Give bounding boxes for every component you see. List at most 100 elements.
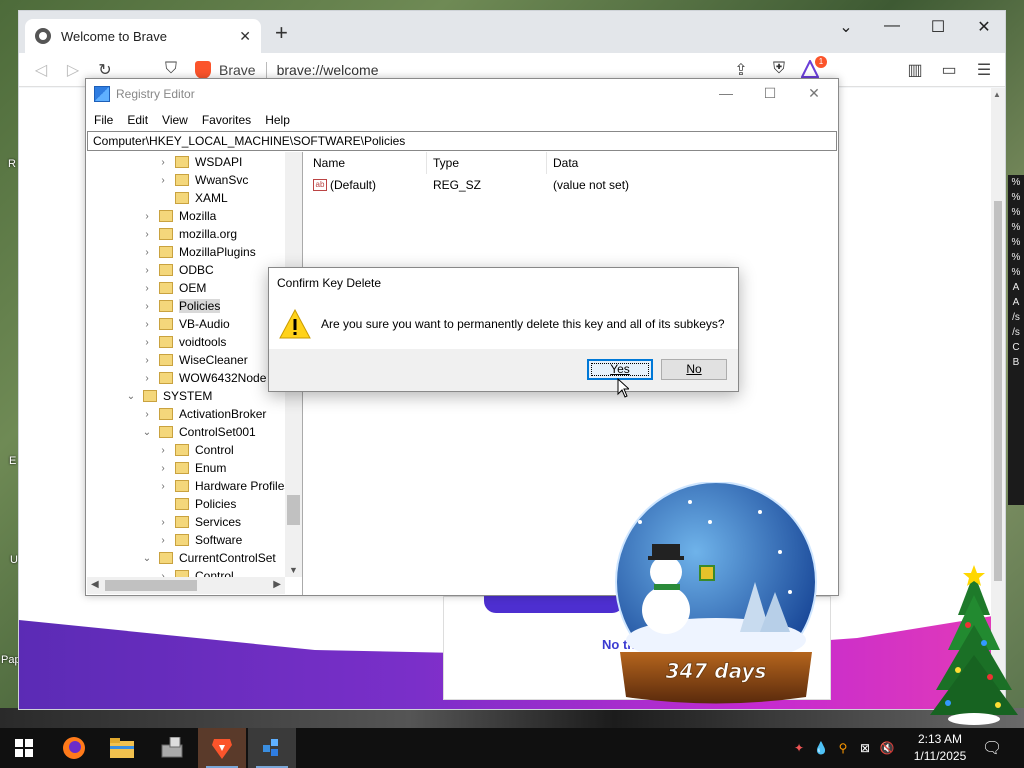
tree-horizontal-scrollbar[interactable]: ◀ ▶ [87,577,285,594]
collapsed-chevron-icon[interactable]: › [141,409,153,420]
tree-node[interactable]: › ActivationBroker [141,405,266,423]
column-type[interactable]: Type [427,152,547,174]
minimize-button[interactable]: — [869,17,915,35]
tree-node[interactable]: › Services [157,513,241,531]
volume-muted-icon[interactable]: 🔇 [876,741,898,755]
collapsed-chevron-icon[interactable]: › [141,337,153,348]
sidebar-icon[interactable]: ▥ [905,60,925,80]
menu-help[interactable]: Help [265,113,290,127]
tree-node[interactable]: › mozilla.org [141,225,237,243]
brave-shield-menu-icon[interactable]: ⛨ [769,60,789,78]
network-app-icon[interactable]: ✦ [788,741,810,755]
taskbar-firefox[interactable] [50,728,98,768]
back-icon[interactable]: ◁ [31,60,51,80]
tree-node[interactable]: ⌄ ControlSet001 [141,423,256,441]
welcome-primary-button[interactable] [484,593,624,613]
collapsed-chevron-icon[interactable]: › [141,229,153,240]
collapsed-chevron-icon[interactable]: › [141,247,153,258]
page-scroll-thumb[interactable] [994,201,1002,581]
maximize-button[interactable]: ☐ [915,17,961,37]
taskbar-clock[interactable]: 2:13 AM 1/11/2025 [904,731,976,765]
yes-button[interactable]: Yes [587,359,653,380]
collapsed-chevron-icon[interactable]: › [157,157,169,168]
scroll-down-icon[interactable]: ▼ [289,565,298,575]
collapsed-chevron-icon[interactable]: › [157,517,169,528]
tree-node[interactable]: › WSDAPI [157,153,242,171]
menu-icon[interactable]: ☰ [974,60,994,80]
collapsed-chevron-icon[interactable]: › [157,463,169,474]
tree-node[interactable]: › Hardware Profiles [157,477,290,495]
column-data[interactable]: Data [547,152,747,174]
collapsed-chevron-icon[interactable]: › [141,301,153,312]
close-window-button[interactable]: ✕ [961,17,1007,37]
collapsed-chevron-icon[interactable]: › [141,373,153,384]
forward-icon[interactable]: ▷ [63,60,83,80]
tree-node[interactable]: › ODBC [141,261,213,279]
tree-node[interactable]: › WiseCleaner [141,351,247,369]
bookmark-icon[interactable]: ⛉ [161,60,181,78]
tree-node[interactable]: › Policies [141,297,221,315]
tree-node[interactable]: › Mozilla [141,207,216,225]
wallet-icon[interactable]: ▭ [939,60,959,80]
collapsed-chevron-icon[interactable]: › [157,481,169,492]
expanded-chevron-icon[interactable]: ⌄ [141,427,153,438]
tab-search-icon[interactable]: ⌄ [823,17,869,37]
close-tab-icon[interactable]: ✕ [239,28,251,45]
tree-node[interactable]: ⌄ SYSTEM [125,387,213,405]
collapsed-chevron-icon[interactable]: › [141,319,153,330]
tree-node[interactable]: › Software [157,531,242,549]
collapsed-chevron-icon[interactable]: › [141,283,153,294]
menu-edit[interactable]: Edit [127,113,148,127]
regedit-close-button[interactable]: ✕ [794,85,834,102]
tree-node[interactable]: › Control [157,441,233,459]
collapsed-chevron-icon[interactable]: › [141,355,153,366]
collapsed-chevron-icon[interactable]: › [157,445,169,456]
regedit-maximize-button[interactable]: ☐ [750,85,790,102]
side-char: % [1011,252,1021,263]
tree-node[interactable]: XAML [157,189,228,207]
taskbar-brave[interactable] [198,728,246,768]
value-row[interactable]: ab (Default) REG_SZ (value not set) [307,174,837,196]
drop-icon[interactable]: 💧 [810,741,832,755]
tree-node[interactable]: › MozillaPlugins [141,243,255,261]
expanded-chevron-icon[interactable]: ⌄ [125,391,137,402]
tree-node[interactable]: ⌄ CurrentControlSet [141,549,276,567]
menu-view[interactable]: View [162,113,188,127]
collapsed-chevron-icon[interactable]: › [157,535,169,546]
menu-favorites[interactable]: Favorites [202,113,251,127]
start-button[interactable] [0,728,48,768]
menu-file[interactable]: File [94,113,113,127]
new-tab-button[interactable]: + [275,22,288,44]
notification-center-icon[interactable]: 🗨 [982,728,1002,768]
taskbar-file-explorer[interactable] [98,728,146,768]
taskbar-drive-tool[interactable] [148,728,196,768]
network-disconnected-icon[interactable]: ⊠ [854,741,876,755]
tree-node[interactable]: › OEM [141,279,206,297]
tree-node[interactable]: › Enum [157,459,226,477]
tab-welcome[interactable]: Welcome to Brave ✕ [25,19,261,53]
brave-shields-icon[interactable] [195,61,211,79]
tree-node-label: OEM [179,281,207,295]
collapsed-chevron-icon[interactable]: › [141,265,153,276]
search-tool-icon[interactable]: ⚲ [832,741,854,755]
collapsed-chevron-icon[interactable]: › [141,211,153,222]
share-icon[interactable]: ⇪ [731,60,751,80]
taskbar-registry-editor[interactable] [248,728,296,768]
tree-node[interactable]: Policies [157,495,236,513]
regedit-minimize-button[interactable]: — [706,85,746,101]
tree-node[interactable]: › voidtools [141,333,226,351]
tree-node[interactable]: › WOW6432Node [141,369,266,387]
column-name[interactable]: Name [307,152,427,174]
reload-icon[interactable]: ↻ [95,60,115,80]
tree-hscroll-thumb[interactable] [105,580,197,591]
tree-node[interactable]: › VB-Audio [141,315,229,333]
regedit-address-bar[interactable]: Computer\HKEY_LOCAL_MACHINE\SOFTWARE\Pol… [87,131,837,151]
no-button[interactable]: No [661,359,727,380]
scroll-up-icon[interactable]: ▲ [993,90,1001,99]
scroll-right-icon[interactable]: ▶ [273,579,281,590]
collapsed-chevron-icon[interactable]: › [157,175,169,186]
expanded-chevron-icon[interactable]: ⌄ [141,553,153,564]
scroll-left-icon[interactable]: ◀ [91,579,99,590]
tree-node[interactable]: › WwanSvc [157,171,248,189]
tree-scroll-thumb[interactable] [287,495,300,525]
